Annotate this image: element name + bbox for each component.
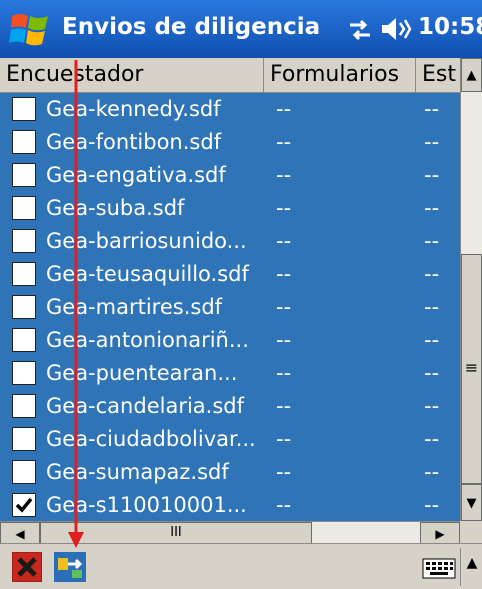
row-checkbox[interactable] (12, 262, 36, 286)
vertical-scrollbar[interactable]: ▲ ≡ ▼ (460, 58, 482, 521)
cell-estado: -- (424, 394, 440, 418)
horizontal-scrollbar[interactable]: ◀ III ▶ (0, 521, 460, 544)
list-item[interactable]: Gea-s110010001... -- -- (0, 489, 460, 522)
connectivity-icon[interactable] (347, 17, 373, 43)
row-checkbox[interactable] (12, 493, 36, 517)
row-checkbox[interactable] (12, 97, 36, 121)
row-checkbox[interactable] (12, 460, 36, 484)
title-bar: Envios de diligencia 10:58 (0, 0, 482, 58)
row-checkbox[interactable] (12, 229, 36, 253)
list-item[interactable]: Gea-martires.sdf -- -- (0, 291, 460, 324)
list-item[interactable]: Gea-fontibon.sdf -- -- (0, 126, 460, 159)
cell-formularios: -- (276, 97, 292, 121)
cell-estado: -- (424, 196, 440, 220)
cell-estado: -- (424, 328, 440, 352)
row-checkbox[interactable] (12, 328, 36, 352)
cell-formularios: -- (276, 394, 292, 418)
column-header-encuestador[interactable]: Encuestador (0, 58, 264, 92)
list-item[interactable]: Gea-antonionariñ... -- -- (0, 324, 460, 357)
cell-estado: -- (424, 262, 440, 286)
row-checkbox[interactable] (12, 427, 36, 451)
row-checkbox[interactable] (12, 130, 36, 154)
check-icon (15, 497, 33, 513)
cell-encuestador: Gea-barriosunido... (46, 229, 247, 253)
list-item[interactable]: Gea-sumapaz.sdf -- -- (0, 456, 460, 489)
cell-formularios: -- (276, 262, 292, 286)
clock[interactable]: 10:58 (418, 14, 482, 40)
horizontal-scroll-thumb[interactable]: III (40, 522, 312, 544)
cell-encuestador: Gea-kennedy.sdf (46, 97, 221, 121)
cell-estado: -- (424, 229, 440, 253)
cell-formularios: -- (276, 493, 292, 517)
list-item[interactable]: Gea-engativa.sdf -- -- (0, 159, 460, 192)
windows-start-icon[interactable] (8, 10, 54, 50)
cell-encuestador: Gea-suba.sdf (46, 196, 185, 220)
menu-bar: ▲ (0, 543, 482, 589)
cell-estado: -- (424, 130, 440, 154)
cell-encuestador: Gea-teusaquillo.sdf (46, 262, 249, 286)
cell-estado: -- (424, 460, 440, 484)
list-item[interactable]: Gea-ciudadbolivar... -- -- (0, 423, 460, 456)
cell-encuestador: Gea-s110010001... (46, 493, 247, 517)
list-item[interactable]: Gea-kennedy.sdf -- -- (0, 93, 460, 126)
close-icon[interactable] (12, 552, 42, 582)
file-list: Gea-kennedy.sdf -- -- Gea-fontibon.sdf -- -- G… (0, 93, 460, 522)
cell-estado: -- (424, 361, 440, 385)
cell-encuestador: Gea-sumapaz.sdf (46, 460, 229, 484)
cell-encuestador: Gea-fontibon.sdf (46, 130, 222, 154)
scroll-right-button[interactable]: ▶ (420, 522, 460, 544)
list-item[interactable]: Gea-candelaria.sdf -- -- (0, 390, 460, 423)
cell-formularios: -- (276, 229, 292, 253)
row-checkbox[interactable] (12, 196, 36, 220)
window-title: Envios de diligencia (62, 14, 321, 40)
cell-encuestador: Gea-candelaria.sdf (46, 394, 244, 418)
cell-estado: -- (424, 97, 440, 121)
send-icon[interactable] (54, 552, 86, 582)
cell-formularios: -- (276, 427, 292, 451)
cell-encuestador: Gea-antonionariñ... (46, 328, 249, 352)
cell-estado: -- (424, 295, 440, 319)
cell-encuestador: Gea-engativa.sdf (46, 163, 226, 187)
volume-icon[interactable] (380, 15, 412, 43)
cell-formularios: -- (276, 130, 292, 154)
cell-estado: -- (424, 427, 440, 451)
cell-encuestador: Gea-martires.sdf (46, 295, 223, 319)
cell-formularios: -- (276, 328, 292, 352)
cell-encuestador: Gea-ciudadbolivar... (46, 427, 256, 451)
row-checkbox[interactable] (12, 394, 36, 418)
cell-formularios: -- (276, 196, 292, 220)
cell-estado: -- (424, 493, 440, 517)
keyboard-icon[interactable] (422, 556, 456, 580)
list-item[interactable]: Gea-teusaquillo.sdf -- -- (0, 258, 460, 291)
list-item[interactable]: Gea-puentearan... -- -- (0, 357, 460, 390)
input-panel-toggle[interactable]: ▲ (460, 548, 482, 586)
cell-formularios: -- (276, 163, 292, 187)
cell-formularios: -- (276, 361, 292, 385)
scroll-down-button[interactable]: ▼ (461, 484, 482, 521)
column-header-formularios[interactable]: Formularios (264, 58, 416, 92)
scrollbar-corner (460, 521, 482, 543)
cell-estado: -- (424, 163, 440, 187)
scroll-up-button[interactable]: ▲ (461, 58, 482, 92)
list-header: Encuestador Formularios Est (0, 58, 460, 93)
column-header-estado[interactable]: Est (416, 58, 460, 92)
vertical-scroll-thumb[interactable]: ≡ (461, 254, 482, 484)
list-item[interactable]: Gea-barriosunido... -- -- (0, 225, 460, 258)
cell-formularios: -- (276, 460, 292, 484)
scroll-left-button[interactable]: ◀ (0, 522, 40, 544)
cell-encuestador: Gea-puentearan... (46, 361, 238, 385)
cell-formularios: -- (276, 295, 292, 319)
list-item[interactable]: Gea-suba.sdf -- -- (0, 192, 460, 225)
row-checkbox[interactable] (12, 361, 36, 385)
row-checkbox[interactable] (12, 295, 36, 319)
row-checkbox[interactable] (12, 163, 36, 187)
